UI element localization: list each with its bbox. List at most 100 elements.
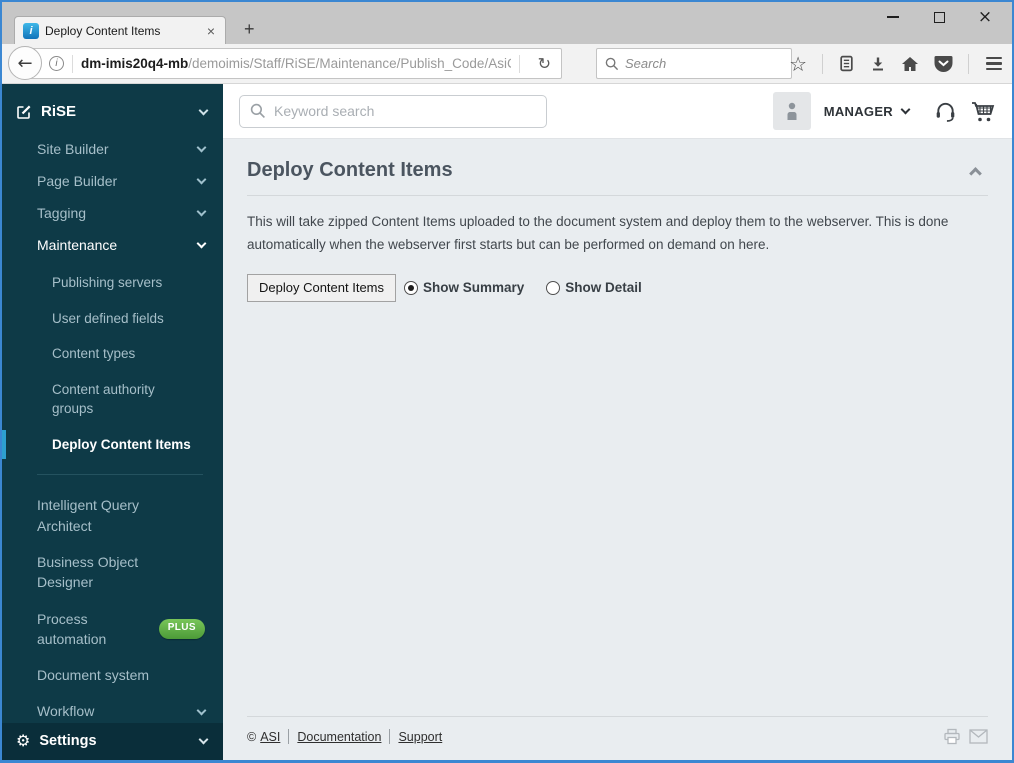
home-icon[interactable] — [901, 56, 919, 72]
page-description: This will take zipped Content Items uplo… — [247, 214, 949, 252]
bookmark-star-icon[interactable]: ☆ — [789, 54, 807, 74]
sidebar-item-label: Intelligent Query Architect — [37, 497, 139, 534]
sidebar-item-maintenance[interactable]: Maintenance — [2, 229, 223, 261]
sidebar-item-label: Settings — [39, 733, 97, 749]
chevron-down-icon — [196, 206, 207, 217]
sidebar-divider — [37, 474, 203, 476]
sidebar-item-deploy-content-items[interactable]: Deploy Content Items — [2, 427, 223, 463]
url-path: /demoimis/Staff/RiSE/Maintenance/Publish… — [188, 56, 511, 71]
titlebar: i Deploy Content Items × + × — [2, 2, 1012, 44]
chevron-down-icon — [198, 734, 209, 745]
pocket-icon[interactable] — [934, 55, 953, 72]
new-tab-button[interactable]: + — [238, 19, 261, 40]
content-panel: Deploy Content Items This will take zipp… — [223, 139, 1012, 760]
sidebar-item-page-builder[interactable]: Page Builder — [2, 165, 223, 197]
chevron-down-icon — [196, 174, 207, 185]
footer-link-documentation[interactable]: Documentation — [297, 730, 381, 744]
sidebar-item-intelligent-query-architect[interactable]: Intelligent Query Architect — [2, 487, 223, 544]
page-title: Deploy Content Items — [247, 159, 453, 181]
radio-show-detail[interactable]: Show Detail — [546, 280, 642, 295]
footer-link-support[interactable]: Support — [398, 730, 442, 744]
footer-divider — [389, 729, 391, 744]
sidebar-item-content-types[interactable]: Content types — [2, 336, 223, 372]
bookmarks-menu-icon[interactable] — [838, 55, 855, 72]
sidebar-item-label: Page Builder — [37, 173, 118, 189]
sidebar-item-process-automation[interactable]: Process automation PLUS — [2, 601, 223, 658]
copyright-symbol: © — [247, 729, 257, 744]
deploy-controls: Deploy Content Items Show Summary Show D… — [247, 273, 988, 302]
urlbar-divider — [72, 54, 73, 73]
site-info-icon[interactable]: i — [49, 56, 64, 71]
sidebar-item-label: Maintenance — [37, 237, 118, 253]
minimize-button[interactable] — [870, 4, 916, 30]
user-menu-label[interactable]: MANAGER — [824, 104, 893, 119]
keyword-search-box[interactable] — [239, 94, 547, 128]
edit-icon — [17, 105, 31, 119]
radio-label: Show Summary — [423, 280, 525, 296]
deploy-content-items-button[interactable]: Deploy Content Items — [247, 273, 397, 302]
toolbar-icons: ☆ — [789, 44, 1004, 83]
sidebar-item-site-builder[interactable]: Site Builder — [2, 133, 223, 165]
radio-icon[interactable] — [404, 280, 419, 295]
browser-search-input[interactable] — [625, 56, 755, 71]
sidebar-item-settings[interactable]: ⚙ Settings — [2, 723, 223, 760]
plus-badge: PLUS — [158, 619, 205, 639]
back-icon: ← — [17, 52, 33, 74]
sidebar-item-label: Document system — [37, 667, 150, 684]
support-headset-icon[interactable] — [934, 100, 957, 123]
radio-show-summary[interactable]: Show Summary — [404, 280, 524, 295]
radio-icon[interactable] — [546, 280, 561, 295]
reload-button[interactable]: ↻ — [528, 54, 561, 73]
toolbar-divider — [968, 53, 969, 74]
cart-icon[interactable] — [970, 99, 996, 123]
page-footer: © ASI Documentation Support — [247, 716, 988, 760]
search-icon — [250, 103, 265, 118]
sidebar-item-tagging[interactable]: Tagging — [2, 197, 223, 229]
close-icon: × — [977, 6, 993, 27]
imis-favicon-icon: i — [23, 22, 39, 39]
main-topbar: MANAGER — [223, 84, 1012, 139]
menu-icon[interactable] — [984, 55, 1004, 73]
sidebar-item-document-system[interactable]: Document system — [2, 657, 223, 693]
collapse-chevron-up-icon[interactable] — [969, 167, 982, 180]
navigation-toolbar: ← i dm-imis20q4-mb /demoimis/Staff/RiSE/… — [2, 44, 1012, 84]
header-divider — [247, 195, 988, 196]
sidebar-item-label: RiSE — [41, 103, 77, 120]
search-icon — [605, 57, 619, 70]
tab-close-icon[interactable]: × — [205, 23, 217, 39]
urlbar-divider — [518, 54, 520, 73]
url-bar[interactable]: i dm-imis20q4-mb /demoimis/Staff/RiSE/Ma… — [26, 48, 562, 79]
sidebar-item-content-authority-groups[interactable]: Content authority groups — [2, 372, 223, 427]
footer-link-asi[interactable]: ASI — [260, 730, 280, 744]
app-area: RiSE Site Builder Page Builder Tagging M… — [2, 84, 1012, 760]
back-button[interactable]: ← — [8, 46, 42, 80]
chevron-down-icon — [196, 238, 207, 249]
page-header: Deploy Content Items — [247, 159, 988, 182]
sidebar-item-label: Workflow — [37, 703, 95, 720]
print-icon[interactable] — [943, 728, 961, 745]
keyword-search-input[interactable] — [274, 103, 536, 119]
sidebar-item-label: Tagging — [37, 205, 87, 221]
sidebar-item-business-object-designer[interactable]: Business Object Designer — [2, 544, 223, 601]
footer-icons — [943, 728, 988, 745]
sidebar-item-rise[interactable]: RiSE — [2, 90, 223, 133]
chevron-down-icon[interactable] — [900, 104, 911, 115]
url-host: dm-imis20q4-mb — [81, 56, 189, 71]
chevron-down-icon — [196, 705, 207, 716]
sidebar-scroll: RiSE Site Builder Page Builder Tagging M… — [2, 84, 223, 723]
sidebar-item-workflow[interactable]: Workflow — [2, 693, 223, 723]
avatar[interactable] — [772, 92, 811, 130]
downloads-icon[interactable] — [870, 56, 886, 72]
email-icon[interactable] — [969, 729, 988, 744]
toolbar-divider — [822, 53, 823, 74]
browser-tab[interactable]: i Deploy Content Items × — [14, 16, 226, 44]
browser-search-bar[interactable] — [596, 48, 792, 79]
sidebar-item-user-defined-fields[interactable]: User defined fields — [2, 301, 223, 337]
maximize-button[interactable] — [916, 4, 962, 30]
close-button[interactable]: × — [962, 4, 1008, 30]
account-area: MANAGER — [772, 92, 996, 130]
maximize-icon — [933, 11, 945, 23]
gear-icon: ⚙ — [16, 731, 31, 750]
sidebar-item-publishing-servers[interactable]: Publishing servers — [2, 265, 223, 301]
footer-divider — [288, 729, 290, 744]
